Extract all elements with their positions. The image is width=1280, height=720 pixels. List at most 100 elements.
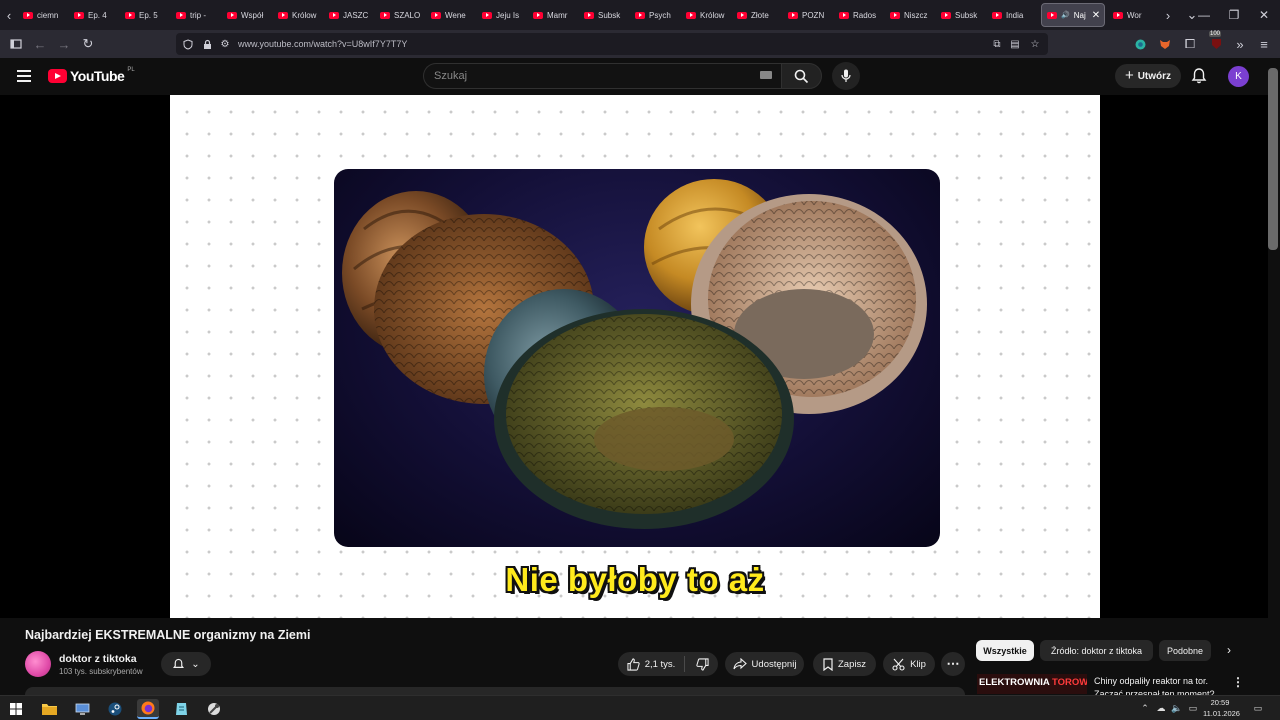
tab-audio-icon[interactable]: 🔊: [1061, 11, 1070, 19]
file-explorer-icon[interactable]: [38, 699, 60, 719]
browser-tab[interactable]: Wor: [1108, 0, 1159, 30]
chip-related[interactable]: Podobne: [1159, 640, 1211, 661]
save-button[interactable]: Zapisz: [813, 652, 876, 676]
browser-tab[interactable]: JASZC: [324, 0, 375, 30]
picture-in-picture-icon[interactable]: ⧉: [990, 37, 1004, 51]
close-tab-icon[interactable]: ✕: [1092, 10, 1100, 21]
computer-app-icon[interactable]: [71, 699, 93, 719]
browser-tab[interactable]: Wene: [426, 0, 477, 30]
tool-app-icon[interactable]: [203, 699, 225, 719]
description-box[interactable]: [25, 687, 965, 695]
browser-tab[interactable]: Subsk: [936, 0, 987, 30]
browser-tab[interactable]: trip -: [171, 0, 222, 30]
search-button[interactable]: [781, 63, 822, 89]
sidebar-toggle-icon[interactable]: [6, 34, 26, 54]
steam-icon[interactable]: [104, 699, 126, 719]
address-bar[interactable]: ⚙ www.youtube.com/watch?v=U8wIf7Y7T7Y ⧉ …: [176, 33, 1048, 55]
close-window-icon[interactable]: ✕: [1248, 0, 1280, 30]
bookmark-star-icon[interactable]: ☆: [1028, 37, 1042, 51]
scissors-icon: [892, 658, 905, 671]
notifications-bell-icon[interactable]: [1190, 67, 1208, 85]
browser-tab[interactable]: Królow: [273, 0, 324, 30]
permissions-icon[interactable]: ⚙: [218, 37, 232, 51]
browser-tab[interactable]: Rados: [834, 0, 885, 30]
page-scrollbar-thumb[interactable]: [1268, 68, 1278, 250]
taskbar-clock[interactable]: 20:59 11.01.2026: [1203, 697, 1240, 719]
tab-scroll-right-icon[interactable]: ›: [1159, 0, 1177, 30]
recommendation-menu-icon[interactable]: ⋮: [1232, 673, 1244, 691]
volume-icon[interactable]: 🔈: [1170, 700, 1184, 716]
browser-tab[interactable]: POZN: [783, 0, 834, 30]
browser-tab[interactable]: Niszcz: [885, 0, 936, 30]
logo-text: YouTube: [70, 68, 125, 84]
recommendation-title[interactable]: Chiny odpaliły reaktor na tor. Zacząć pr…: [1094, 675, 1224, 695]
reader-view-icon[interactable]: ▤: [1008, 37, 1022, 51]
create-button[interactable]: + Utwórz: [1115, 64, 1181, 88]
video-player[interactable]: Nie byłoby to aż: [0, 95, 1268, 618]
notifications-center-icon[interactable]: ▭: [1251, 700, 1265, 716]
like-count[interactable]: 2,1 tys.: [645, 659, 676, 670]
subscription-notifications-button[interactable]: ⌄: [161, 652, 211, 676]
browser-tab[interactable]: Mamr: [528, 0, 579, 30]
browser-tab[interactable]: Subsk: [579, 0, 630, 30]
app-menu-icon[interactable]: ≡: [1254, 34, 1274, 54]
minimize-window-icon[interactable]: —: [1188, 0, 1220, 30]
extension-badge: 100: [1209, 31, 1222, 37]
voice-search-button[interactable]: [832, 62, 860, 90]
windows-start-icon[interactable]: [5, 699, 27, 719]
back-icon[interactable]: ←: [30, 34, 50, 54]
account-avatar[interactable]: K: [1228, 66, 1249, 87]
browser-tab[interactable]: Złote: [732, 0, 783, 30]
clip-button[interactable]: Klip: [883, 652, 935, 676]
firefox-icon[interactable]: [137, 699, 159, 719]
youtube-logo[interactable]: YouTube PL: [48, 67, 135, 84]
search-input[interactable]: [423, 63, 781, 89]
vpn-extension-icon[interactable]: [1130, 34, 1150, 54]
youtube-favicon-icon: [176, 11, 186, 19]
network-icon[interactable]: ▭: [1186, 700, 1200, 716]
notepad-app-icon[interactable]: [170, 699, 192, 719]
forward-icon[interactable]: →: [54, 34, 74, 54]
thumbs-down-icon[interactable]: [696, 657, 709, 671]
browser-tab[interactable]: Królow: [681, 0, 732, 30]
youtube-favicon-icon: [1047, 11, 1057, 19]
lock-icon[interactable]: [200, 37, 214, 51]
tray-overflow-chevron-icon[interactable]: ⌃: [1138, 700, 1152, 716]
chip-from-channel[interactable]: Źródło: doktor z tiktoka: [1040, 640, 1153, 661]
browser-tab[interactable]: Współ: [222, 0, 273, 30]
more-actions-icon[interactable]: ⋯: [941, 652, 965, 676]
onedrive-icon[interactable]: ☁: [1154, 700, 1168, 716]
thumbs-up-icon[interactable]: [627, 657, 640, 671]
extensions-puzzle-icon[interactable]: ⧠: [1180, 34, 1200, 54]
virtual-keyboard-icon[interactable]: [760, 71, 772, 79]
more-tools-chevron-icon[interactable]: »: [1230, 34, 1250, 54]
channel-avatar[interactable]: [25, 651, 51, 677]
chip-all[interactable]: Wszystkie: [976, 640, 1034, 661]
browser-tab[interactable]: Psych: [630, 0, 681, 30]
browser-tab[interactable]: ciemn: [18, 0, 69, 30]
tab-label: Wor: [1127, 10, 1142, 20]
guide-menu-icon[interactable]: [17, 70, 31, 82]
extension-fox-icon[interactable]: [1155, 34, 1175, 54]
youtube-favicon-icon: [227, 11, 237, 19]
recommendation-thumbnail[interactable]: ELEKTROWNIA TOROWA?: [977, 674, 1087, 694]
reload-icon[interactable]: ↻: [78, 34, 98, 54]
browser-tab[interactable]: 🔊 Naj ✕: [1041, 3, 1105, 27]
tracking-protection-shield-icon[interactable]: [181, 37, 195, 51]
tab-scroll-left-icon[interactable]: ‹: [0, 0, 18, 30]
restore-window-icon[interactable]: ❐: [1218, 0, 1250, 30]
browser-tab[interactable]: Ep. 4: [69, 0, 120, 30]
tab-label: Królow: [700, 10, 725, 20]
ublock-extension-icon[interactable]: 100: [1206, 31, 1226, 54]
browser-tab[interactable]: Ep. 5: [120, 0, 171, 30]
browser-tab[interactable]: Jeju Is: [477, 0, 528, 30]
youtube-favicon-icon: [329, 11, 339, 19]
tab-list: ciemn Ep. 4 Ep. 5 trip - Współ Królow JASZC SZA…: [18, 0, 1159, 30]
browser-tab[interactable]: SZALO: [375, 0, 426, 30]
channel-name[interactable]: doktor z tiktoka: [59, 653, 137, 665]
chips-next-chevron-icon[interactable]: ›: [1221, 642, 1237, 658]
tab-label: Subsk: [955, 10, 978, 20]
share-button[interactable]: Udostępnij: [725, 652, 804, 676]
browser-tab[interactable]: India: [987, 0, 1038, 30]
url-text[interactable]: www.youtube.com/watch?v=U8wIf7Y7T7Y: [238, 39, 407, 49]
